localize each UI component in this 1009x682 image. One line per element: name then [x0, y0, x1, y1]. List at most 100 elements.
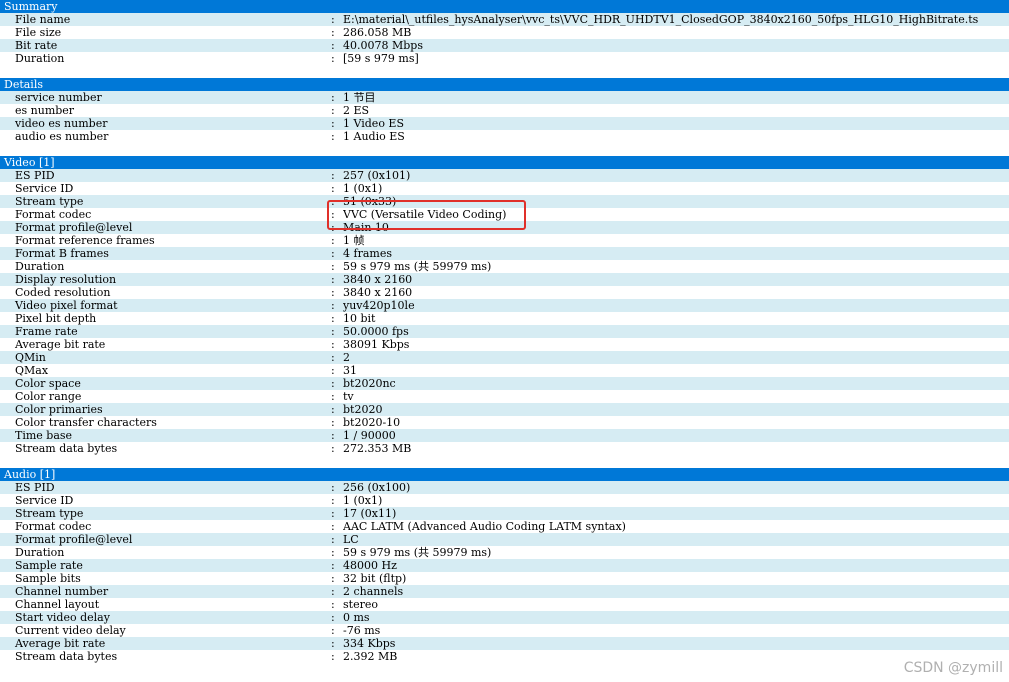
property-row[interactable]: Stream data bytes:2.392 MB [0, 650, 1009, 663]
property-value: AAC LATM (Advanced Audio Coding LATM syn… [343, 520, 626, 533]
property-row[interactable]: ES PID:257 (0x101) [0, 169, 1009, 182]
property-separator: : [331, 234, 335, 247]
property-value: bt2020nc [343, 377, 396, 390]
section-header[interactable]: Video [1] [0, 156, 1009, 169]
property-row[interactable]: Sample bits:32 bit (fltp) [0, 572, 1009, 585]
property-row[interactable]: Average bit rate:38091 Kbps [0, 338, 1009, 351]
property-row[interactable]: Coded resolution:3840 x 2160 [0, 286, 1009, 299]
property-label: Current video delay [15, 624, 126, 637]
property-row[interactable]: Average bit rate:334 Kbps [0, 637, 1009, 650]
property-value: 2 ES [343, 104, 370, 117]
section-video-1: Video [1] ES PID:257 (0x101) Service ID:1 … [0, 156, 1009, 455]
property-row[interactable]: Bit rate:40.0078 Mbps [0, 39, 1009, 52]
property-row[interactable]: Color range: tv [0, 390, 1009, 403]
property-label: Color range [15, 390, 82, 403]
property-value: 50.0000 fps [343, 325, 409, 338]
property-label: Color space [15, 377, 81, 390]
section-details: Details service number:1 节目 es number:2 ES… [0, 78, 1009, 143]
property-row[interactable]: Pixel bit depth:10 bit [0, 312, 1009, 325]
property-row[interactable]: Sample rate:48000 Hz [0, 559, 1009, 572]
property-separator: : [331, 390, 335, 403]
property-row[interactable]: File name: E:\material\_utfiles_hysAnalys… [0, 13, 1009, 26]
property-value: bt2020-10 [343, 416, 401, 429]
property-label: Video pixel format [15, 299, 118, 312]
property-row[interactable]: QMax:31 [0, 364, 1009, 377]
property-label: Pixel bit depth [15, 312, 97, 325]
property-row[interactable]: Color space: bt2020nc [0, 377, 1009, 390]
property-label: Average bit rate [15, 637, 106, 650]
section-header[interactable]: Summary [0, 0, 1009, 13]
property-row[interactable]: File size:286.058 MB [0, 26, 1009, 39]
property-label: Channel number [15, 585, 109, 598]
property-row[interactable]: es number:2 ES [0, 104, 1009, 117]
property-row[interactable]: Display resolution:3840 x 2160 [0, 273, 1009, 286]
property-value: 51 (0x33) [343, 195, 397, 208]
property-value: 59 s 979 ms (共 59979 ms) [343, 546, 492, 559]
property-value: [59 s 979 ms] [343, 52, 419, 65]
property-label: Stream type [15, 195, 84, 208]
property-row[interactable]: Service ID:1 (0x1) [0, 494, 1009, 507]
property-separator: : [331, 377, 335, 390]
property-label: es number [15, 104, 75, 117]
property-row[interactable]: Stream data bytes:272.353 MB [0, 442, 1009, 455]
property-label: video es number [15, 117, 108, 130]
property-label: Format codec [15, 520, 92, 533]
property-label: Format B frames [15, 247, 109, 260]
property-label: Duration [15, 260, 65, 273]
property-value: 38091 Kbps [343, 338, 410, 351]
property-value: 256 (0x100) [343, 481, 411, 494]
property-value: 17 (0x11) [343, 507, 397, 520]
property-row[interactable]: Format codec: VVC (Versatile Video Coding… [0, 208, 1009, 221]
property-label: File name [15, 13, 71, 26]
section-summary: Summary File name: E:\material\_utfiles_hy… [0, 0, 1009, 65]
property-value: 48000 Hz [343, 559, 397, 572]
property-row[interactable]: Channel number:2 channels [0, 585, 1009, 598]
property-label: Format profile@level [15, 533, 133, 546]
property-row[interactable]: Format codec: AAC LATM (Advanced Audio Co… [0, 520, 1009, 533]
property-row[interactable]: Stream type:51 (0x33) [0, 195, 1009, 208]
property-row[interactable]: Service ID:1 (0x1) [0, 182, 1009, 195]
property-value: 1 帧 [343, 234, 365, 247]
property-row[interactable]: Format profile@level: Main 10 [0, 221, 1009, 234]
property-separator: : [331, 52, 335, 65]
section-header[interactable]: Details [0, 78, 1009, 91]
property-label: Start video delay [15, 611, 110, 624]
property-row[interactable]: Format B frames:4 frames [0, 247, 1009, 260]
property-value: 0 ms [343, 611, 370, 624]
property-value: 59 s 979 ms (共 59979 ms) [343, 260, 492, 273]
property-row[interactable]: Duration:59 s 979 ms (共 59979 ms) [0, 546, 1009, 559]
property-label: ES PID [15, 481, 55, 494]
property-row[interactable]: Color primaries: bt2020 [0, 403, 1009, 416]
property-value: 1 (0x1) [343, 182, 383, 195]
property-row[interactable]: Time base:1 / 90000 [0, 429, 1009, 442]
property-row[interactable]: Channel layout: stereo [0, 598, 1009, 611]
property-separator: : [331, 195, 335, 208]
property-row[interactable]: Frame rate:50.0000 fps [0, 325, 1009, 338]
property-row[interactable]: Current video delay: -76 ms [0, 624, 1009, 637]
property-row[interactable]: Stream type:17 (0x11) [0, 507, 1009, 520]
property-value: 10 bit [343, 312, 376, 325]
property-value: 1 / 90000 [343, 429, 396, 442]
property-label: Format codec [15, 208, 92, 221]
property-separator: : [331, 481, 335, 494]
property-row[interactable]: Format profile@level: LC [0, 533, 1009, 546]
section-rows: ES PID:256 (0x100) Service ID:1 (0x1) Stre… [0, 481, 1009, 663]
property-separator: : [331, 364, 335, 377]
property-row[interactable]: Color transfer characters: bt2020-10 [0, 416, 1009, 429]
property-row[interactable]: Start video delay:0 ms [0, 611, 1009, 624]
property-row[interactable]: service number:1 节目 [0, 91, 1009, 104]
property-row[interactable]: QMin:2 [0, 351, 1009, 364]
property-value: Main 10 [343, 221, 389, 234]
property-row[interactable]: Duration:59 s 979 ms (共 59979 ms) [0, 260, 1009, 273]
property-row[interactable]: Format reference frames:1 帧 [0, 234, 1009, 247]
property-separator: : [331, 533, 335, 546]
section-header[interactable]: Audio [1] [0, 468, 1009, 481]
property-row[interactable]: video es number:1 Video ES [0, 117, 1009, 130]
property-value: 3840 x 2160 [343, 286, 413, 299]
property-separator: : [331, 117, 335, 130]
property-row[interactable]: audio es number:1 Audio ES [0, 130, 1009, 143]
property-label: Format profile@level [15, 221, 133, 234]
property-row[interactable]: ES PID:256 (0x100) [0, 481, 1009, 494]
property-row[interactable]: Video pixel format: yuv420p10le [0, 299, 1009, 312]
property-row[interactable]: Duration: [59 s 979 ms] [0, 52, 1009, 65]
